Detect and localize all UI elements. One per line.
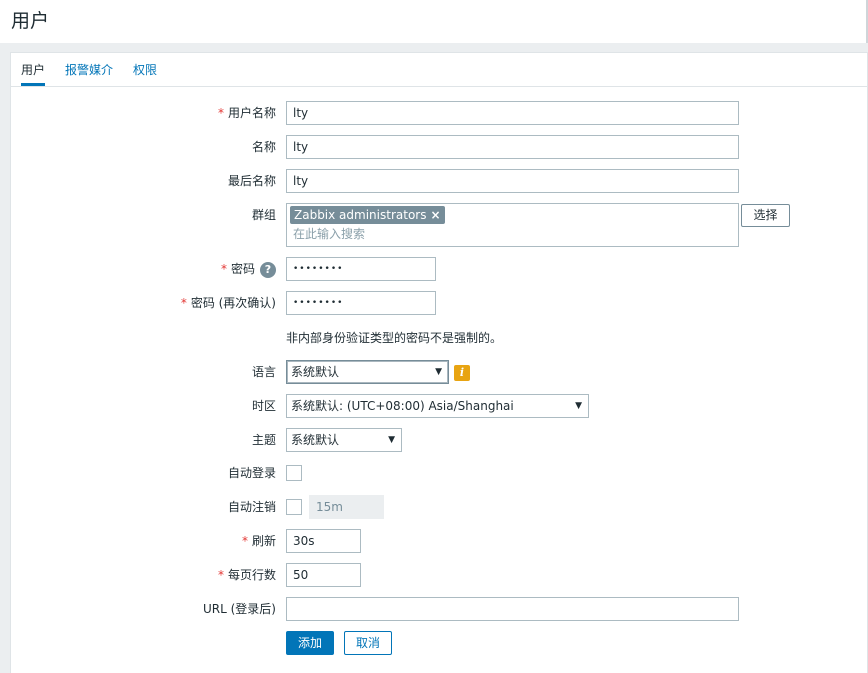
groups-multiselect[interactable]: Zabbix administrators × 在此输入搜索 [286,203,739,247]
theme-label: 主题 [251,433,276,447]
surname-input[interactable] [286,169,739,193]
required-mark: * [180,296,187,310]
surname-label: 最后名称 [227,174,276,188]
refresh-input[interactable] [286,529,361,553]
groups-search-placeholder[interactable]: 在此输入搜索 [293,227,365,241]
groups-label: 群组 [251,208,276,222]
group-chip-label: Zabbix administrators [294,208,427,222]
rows-per-page-input[interactable] [286,563,361,587]
chevron-down-icon: ▼ [435,367,442,377]
tab-media[interactable]: 报警媒介 [65,63,113,85]
autologout-checkbox[interactable] [286,499,302,515]
password-note: 非内部身份验证类型的密码不是强制的。 [286,331,503,345]
group-chip: Zabbix administrators × [290,206,445,224]
cancel-button[interactable]: 取消 [344,631,392,655]
page-header: 用户 [0,0,868,43]
url-label: URL (登录后) [203,602,276,616]
info-icon[interactable]: i [454,365,470,381]
tab-bar: 用户 报警媒介 权限 [11,53,867,87]
required-mark: * [241,534,248,548]
url-input[interactable] [286,597,739,621]
timezone-value: 系统默认: (UTC+08:00) Asia/Shanghai [291,399,514,413]
page-title: 用户 [11,10,50,32]
chevron-down-icon: ▼ [388,435,395,445]
password-input[interactable]: •••••••• [286,257,436,281]
autologout-input [309,495,384,519]
name-label: 名称 [251,140,276,154]
password-confirm-input[interactable]: •••••••• [286,291,436,315]
required-mark: * [217,106,224,120]
rows-per-page-label: * 每页行数 [217,568,276,582]
required-mark: * [220,262,227,276]
user-form-panel: 用户 报警媒介 权限 *用户名称 名称 最后名称 群组 Zabbix admin… [10,52,868,673]
theme-value: 系统默认 [291,433,340,447]
username-label: * 用户名称 [217,106,276,120]
tab-user[interactable]: 用户 [21,63,46,86]
help-icon[interactable]: ? [260,261,276,278]
refresh-label: * 刷新 [241,534,276,548]
required-mark: * [217,568,224,582]
close-icon[interactable]: × [430,208,440,222]
language-select[interactable]: 系统默认 ▼ [286,360,449,384]
chevron-down-icon: ▼ [575,401,582,411]
autologout-label: 自动注销 [227,500,276,514]
autologin-label: 自动登录 [227,466,276,480]
name-input[interactable] [286,135,739,159]
tab-permissions[interactable]: 权限 [133,63,157,85]
timezone-select[interactable]: 系统默认: (UTC+08:00) Asia/Shanghai ▼ [286,394,589,418]
timezone-label: 时区 [251,399,276,413]
username-input[interactable] [286,101,739,125]
select-groups-button[interactable]: 选择 [741,204,790,227]
password-confirm-label: * 密码 (再次确认) [180,296,276,310]
language-label: 语言 [251,365,276,379]
autologin-checkbox[interactable] [286,465,302,481]
add-button[interactable]: 添加 [286,631,334,655]
theme-select[interactable]: 系统默认 ▼ [286,428,402,452]
language-value: 系统默认 [291,365,340,379]
password-label: * 密码? [11,257,276,281]
